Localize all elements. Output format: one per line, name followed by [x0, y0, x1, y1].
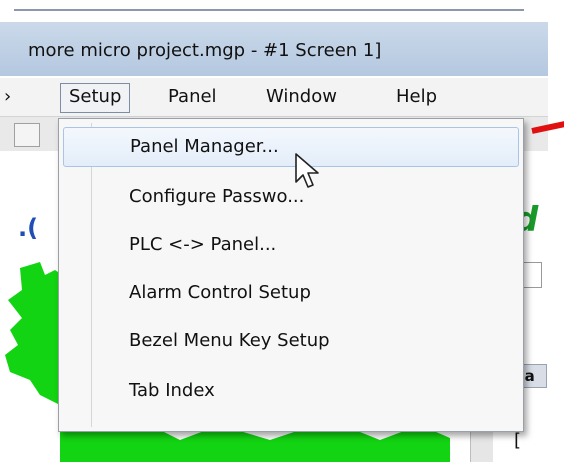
mouse-pointer-icon	[295, 153, 319, 188]
menu-item-label: Panel Manager...	[130, 136, 279, 157]
menu-item-configure-passwords[interactable]: Configure Passwo...	[63, 177, 517, 217]
menu-item-label: Bezel Menu Key Setup	[129, 330, 330, 351]
menu-item-panel-manager[interactable]: Panel Manager...	[63, 127, 519, 167]
menu-item-label: Configure Passwo...	[129, 186, 305, 207]
setup-dropdown-menu: Panel Manager... Configure Passwo... PLC…	[58, 118, 524, 432]
menu-item-label: PLC <-> Panel...	[129, 234, 277, 255]
menu-item-label: Tab Index	[129, 380, 215, 401]
menu-item-alarm-control-setup[interactable]: Alarm Control Setup	[63, 273, 517, 313]
menu-item-tab-index[interactable]: Tab Index	[63, 371, 517, 411]
blue-text-fragment: .(	[18, 214, 39, 242]
menu-item-bezel-menu-key-setup[interactable]: Bezel Menu Key Setup	[63, 321, 517, 361]
menu-item-plc-panel[interactable]: PLC <-> Panel...	[63, 225, 517, 265]
menu-item-label: Alarm Control Setup	[129, 282, 311, 303]
side-bracket-glyph: [	[514, 430, 522, 451]
